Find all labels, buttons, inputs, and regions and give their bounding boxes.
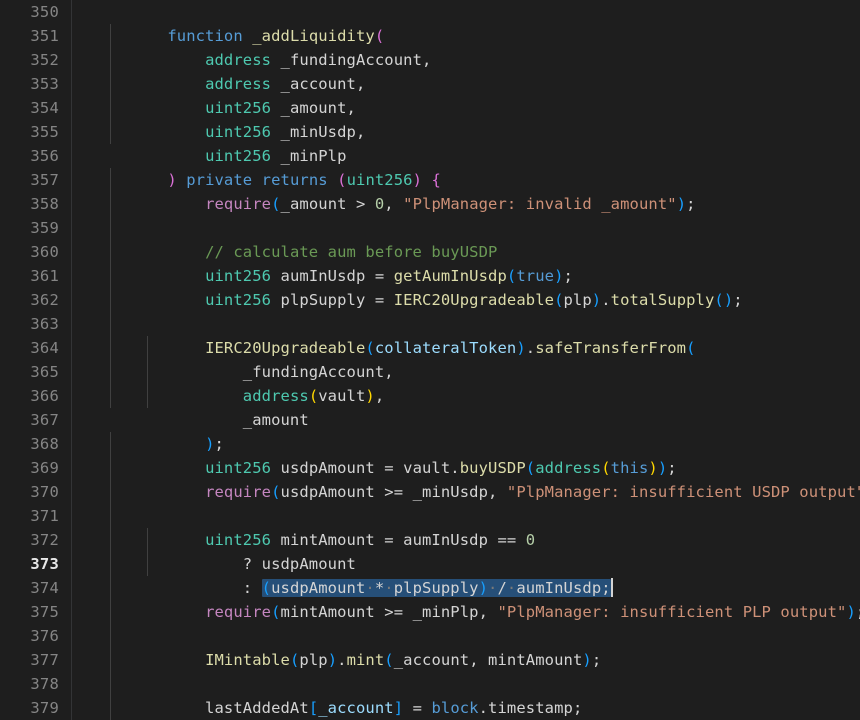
code-line-352-text: address _account,	[205, 75, 366, 93]
code-line-368-text: uint256 usdpAmount = vault.buyUSDP(addre…	[205, 459, 677, 477]
code-line-361-text: uint256 plpSupply = IERC20Upgradeable(pl…	[205, 291, 743, 309]
code-line-372-text: ? usdpAmount	[129, 555, 356, 573]
line-number-376[interactable]: 376	[1, 624, 59, 648]
line-number-370[interactable]: 370	[1, 480, 59, 504]
line-number-372[interactable]: 372	[1, 528, 59, 552]
code-line-363[interactable]: IERC20Upgradeable(collateralToken).safeT…	[73, 312, 860, 357]
code-line-367-text: );	[205, 435, 224, 453]
indent-guide	[110, 24, 111, 144]
line-number-377[interactable]: 377	[1, 648, 59, 672]
code-line-360-text: uint256 aumInUsdp = getAumInUsdp(true);	[205, 267, 573, 285]
code-line-369-text: require(usdpAmount >= _minUsdp, "PlpMana…	[205, 483, 860, 501]
code-line-364-text: _fundingAccount,	[129, 363, 394, 381]
code-line-378-text: lastAddedAt[_account] = block.timestamp;	[129, 699, 583, 717]
line-number-374[interactable]: 374	[1, 576, 59, 600]
line-number-362[interactable]: 362	[1, 288, 59, 312]
line-number-351[interactable]: 351	[1, 24, 59, 48]
indent-guide	[110, 168, 111, 408]
code-line-350-text: function _addLiquidity(	[167, 27, 385, 45]
line-number-361[interactable]: 361	[1, 264, 59, 288]
line-number-363[interactable]: 363	[1, 312, 59, 336]
line-number-356[interactable]: 356	[1, 144, 59, 168]
text-cursor	[610, 578, 613, 597]
line-number-352[interactable]: 352	[1, 48, 59, 72]
line-number-gutter[interactable]: 350 351 352 353 354 355 356 357 358 359 …	[0, 0, 72, 720]
line-number-368[interactable]: 368	[1, 432, 59, 456]
code-line-351-text: address _fundingAccount,	[205, 51, 432, 69]
line-number-358[interactable]: 358	[1, 192, 59, 216]
text-selection[interactable]: (usdpAmount·*·plpSupply)·/·aumInUsdp;	[261, 579, 611, 597]
line-number-379[interactable]: 379	[1, 696, 59, 720]
code-line-356-text: ) private returns (uint256) {	[167, 171, 441, 189]
code-content[interactable]: function _addLiquidity( address _funding…	[73, 0, 860, 720]
line-number-354[interactable]: 354	[1, 96, 59, 120]
code-line-378[interactable]: lastAddedAt[_account] = block.timestamp;	[73, 672, 860, 717]
code-line-357-text: require(_amount > 0, "PlpManager: invali…	[205, 195, 696, 213]
code-line-359[interactable]: // calculate aum before buyUSDP	[73, 216, 860, 261]
line-number-375[interactable]: 375	[1, 600, 59, 624]
code-line-373-text: : (usdpAmount·*·plpSupply)·/·aumInUsdp;	[129, 578, 613, 597]
code-line-371-text: uint256 mintAmount = aumInUsdp == 0	[205, 531, 536, 549]
line-number-365[interactable]: 365	[1, 360, 59, 384]
line-number-366[interactable]: 366	[1, 384, 59, 408]
code-line-376-text: IMintable(plp).mint(_account, mintAmount…	[205, 651, 602, 669]
code-line-359-text: // calculate aum before buyUSDP	[205, 243, 498, 261]
line-number-371[interactable]: 371	[1, 504, 59, 528]
code-line-354-text: uint256 _minUsdp,	[205, 123, 366, 141]
code-line-366-text: _amount	[129, 411, 309, 429]
line-number-357[interactable]: 357	[1, 168, 59, 192]
line-number-350[interactable]: 350	[1, 0, 59, 24]
line-number-353[interactable]: 353	[1, 72, 59, 96]
code-editor[interactable]: 350 351 352 353 354 355 356 357 358 359 …	[0, 0, 860, 720]
line-number-359[interactable]: 359	[1, 216, 59, 240]
code-line-376[interactable]: IMintable(plp).mint(_account, mintAmount…	[73, 624, 860, 669]
code-line-355-text: uint256 _minPlp	[205, 147, 347, 165]
line-number-369[interactable]: 369	[1, 456, 59, 480]
code-line-365-text: address(vault),	[242, 387, 385, 405]
code-line-353-text: uint256 _amount,	[205, 99, 356, 117]
code-line-374-text: require(mintAmount >= _minPlp, "PlpManag…	[205, 603, 860, 621]
code-line-350[interactable]: function _addLiquidity(	[73, 0, 860, 45]
indent-guide	[110, 432, 111, 720]
line-number-360[interactable]: 360	[1, 240, 59, 264]
line-number-355[interactable]: 355	[1, 120, 59, 144]
line-number-364[interactable]: 364	[1, 336, 59, 360]
code-line-371[interactable]: uint256 mintAmount = aumInUsdp == 0	[73, 504, 860, 549]
line-number-378[interactable]: 378	[1, 672, 59, 696]
line-number-367[interactable]: 367	[1, 408, 59, 432]
code-line-363-text: IERC20Upgradeable(collateralToken).safeT…	[205, 339, 696, 357]
line-number-373[interactable]: 373	[1, 552, 59, 576]
